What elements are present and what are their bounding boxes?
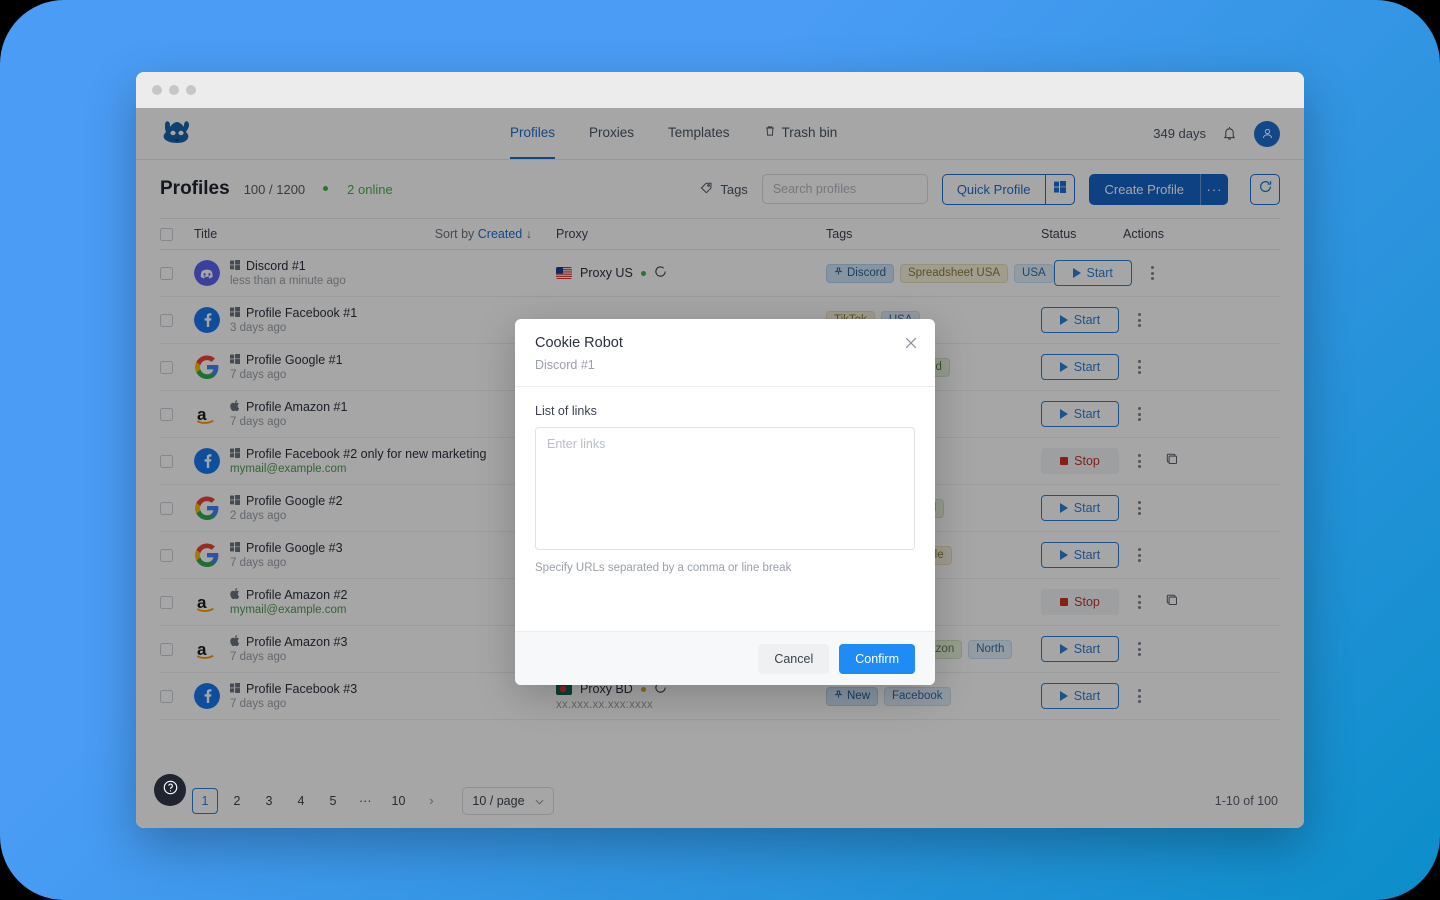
- help-button[interactable]: [154, 774, 186, 806]
- browser-window: Profiles Proxies Templates Trash bin 349…: [136, 72, 1304, 828]
- help-circle-icon: [162, 779, 179, 801]
- links-hint: Specify URLs separated by a comma or lin…: [535, 562, 792, 574]
- window-maximize-dot[interactable]: [186, 85, 196, 95]
- window-titlebar: [136, 72, 1304, 108]
- app-root: Profiles Proxies Templates Trash bin 349…: [136, 108, 1304, 828]
- cancel-button[interactable]: Cancel: [758, 643, 830, 674]
- cookie-robot-modal: Cookie Robot Discord #1 List of links Sp…: [515, 319, 935, 685]
- modal-header: Cookie Robot Discord #1: [515, 319, 935, 387]
- links-textarea[interactable]: [535, 427, 915, 550]
- close-icon[interactable]: [903, 335, 919, 351]
- list-of-links-label: List of links: [535, 404, 597, 418]
- modal-body: List of links Specify URLs separated by …: [515, 387, 935, 631]
- confirm-button[interactable]: Confirm: [839, 643, 915, 674]
- modal-title: Cookie Robot: [535, 335, 623, 351]
- modal-subtitle: Discord #1: [535, 358, 595, 372]
- window-close-dot[interactable]: [152, 85, 162, 95]
- window-minimize-dot[interactable]: [169, 85, 179, 95]
- modal-footer: Cancel Confirm: [515, 631, 935, 685]
